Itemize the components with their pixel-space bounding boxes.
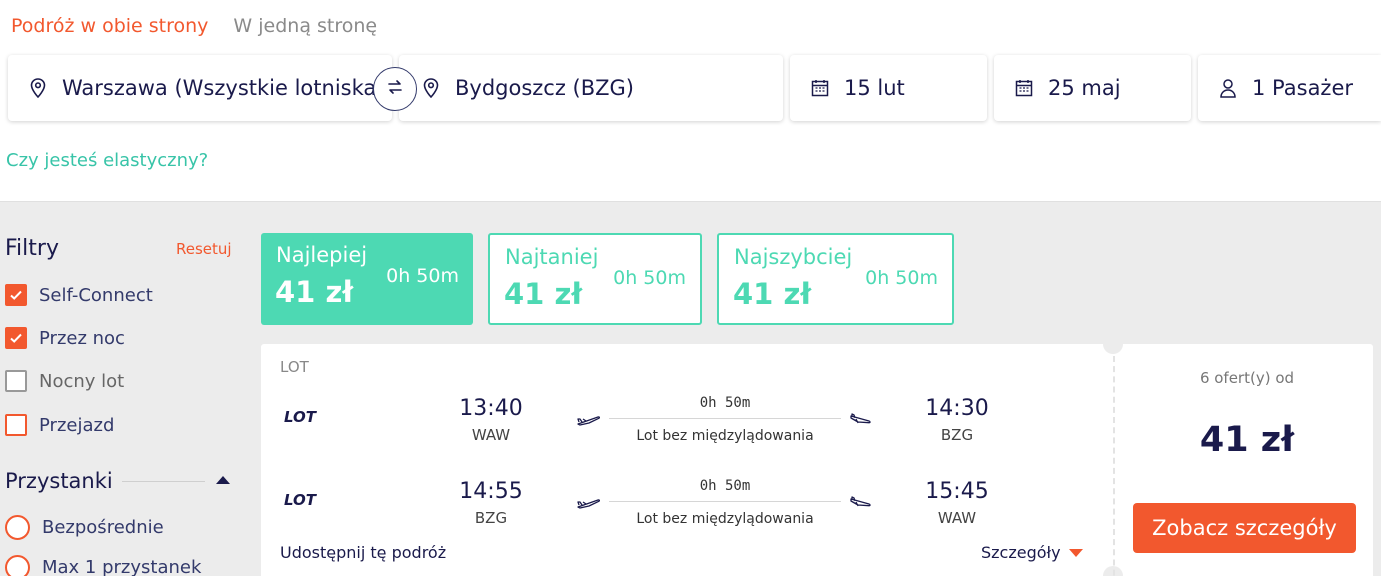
filter-self-connect[interactable]: Self-Connect	[5, 284, 153, 306]
calendar-icon	[810, 78, 830, 98]
return-date-value: 25 maj	[1048, 76, 1121, 100]
stops-label: Bezpośrednie	[42, 517, 164, 538]
leg-stops: Lot bez międzylądowania	[636, 511, 814, 527]
leg-stops: Lot bez międzylądowania	[636, 428, 814, 444]
arrival-time: 15:45	[925, 479, 989, 504]
departure-code: WAW	[471, 426, 511, 444]
leg-duration: 0h 50m	[699, 395, 751, 411]
route-line	[609, 501, 841, 502]
ticket-notch	[1103, 334, 1123, 354]
offers-count: 6 ofert(y) od	[1199, 369, 1295, 387]
tab-round-trip[interactable]: Podróż w obie strony	[11, 15, 208, 37]
swap-icon	[386, 78, 404, 100]
flexible-dates-link[interactable]: Czy jesteś elastyczny?	[6, 150, 208, 171]
landing-icon	[849, 412, 873, 426]
stops-label: Max 1 przystanek	[42, 557, 202, 576]
stops-section-title: Przystanki	[5, 469, 113, 493]
return-leg: LOT 14:55 BZG 0h 50m Lot bez międzylądow…	[261, 477, 1111, 537]
route-line	[609, 418, 841, 419]
sort-label: Najlepiej	[276, 243, 368, 267]
sort-duration: 0h 50m	[386, 265, 459, 287]
sort-tab-fastest[interactable]: Najszybciej 41 zł 0h 50m	[717, 233, 954, 325]
landing-icon	[849, 495, 873, 509]
arrival-code: BZG	[940, 426, 974, 444]
checkbox-checked-icon	[5, 327, 27, 349]
location-pin-icon	[421, 78, 441, 98]
divider	[122, 481, 205, 482]
flight-result-card: LOT LOT 13:40 WAW 0h 50m Lot bez międzyl…	[261, 334, 1373, 576]
outbound-leg: LOT 13:40 WAW 0h 50m Lot bez międzylądow…	[261, 394, 1111, 454]
arrival-time: 14:30	[925, 396, 989, 421]
location-pin-icon	[28, 78, 48, 98]
filter-transfer[interactable]: Przejazd	[5, 414, 114, 436]
origin-field[interactable]: Warszawa (Wszystkie lotniska)	[8, 55, 392, 121]
details-label: Szczegóły	[981, 543, 1061, 562]
divider	[1113, 356, 1115, 576]
departure-time: 13:40	[459, 396, 523, 421]
checkbox-checked-icon	[5, 284, 27, 306]
sort-price: 41 zł	[275, 275, 354, 309]
sort-duration: 0h 50m	[613, 267, 686, 289]
radio-icon	[5, 515, 30, 540]
takeoff-icon	[577, 412, 601, 426]
stops-direct[interactable]: Bezpośrednie	[5, 515, 164, 540]
takeoff-icon	[577, 495, 601, 509]
chevron-down-icon	[1068, 548, 1083, 557]
destination-value: Bydgoszcz (BZG)	[455, 76, 635, 100]
departure-time: 14:55	[459, 479, 523, 504]
arrival-code: WAW	[937, 509, 977, 527]
filters-title: Filtry	[5, 236, 59, 261]
price: 41 zł	[1199, 420, 1295, 460]
sort-duration: 0h 50m	[865, 267, 938, 289]
user-icon	[1218, 78, 1238, 98]
airline-name: LOT	[280, 358, 309, 376]
sort-label: Najtaniej	[505, 245, 599, 269]
sort-price: 41 zł	[733, 277, 812, 311]
filter-label: Przez noc	[39, 327, 125, 349]
collapse-caret-icon[interactable]	[216, 476, 230, 484]
depart-date-field[interactable]: 15 lut	[790, 55, 987, 121]
tab-one-way[interactable]: W jedną stronę	[233, 15, 377, 37]
airline-logo: LOT	[284, 491, 317, 509]
details-toggle[interactable]: Szczegóły	[981, 543, 1083, 562]
origin-value: Warszawa (Wszystkie lotniska)	[62, 76, 385, 100]
calendar-icon	[1014, 78, 1034, 98]
reset-filters-link[interactable]: Resetuj	[176, 240, 232, 258]
see-details-button[interactable]: Zobacz szczegóły	[1133, 503, 1356, 553]
airline-logo: LOT	[284, 408, 317, 426]
checkbox-unchecked-icon	[5, 414, 27, 436]
filter-overnight[interactable]: Przez noc	[5, 327, 125, 349]
destination-field[interactable]: Bydgoszcz (BZG)	[399, 55, 783, 121]
stops-max-one[interactable]: Max 1 przystanek	[5, 555, 201, 576]
return-date-field[interactable]: 25 maj	[994, 55, 1191, 121]
sort-price: 41 zł	[504, 277, 583, 311]
share-trip-link[interactable]: Udostępnij tę podróż	[280, 543, 446, 562]
sort-tab-cheapest[interactable]: Najtaniej 41 zł 0h 50m	[488, 233, 702, 325]
trip-type-tabs: Podróż w obie strony W jedną stronę	[11, 15, 377, 37]
sort-tab-best[interactable]: Najlepiej 41 zł 0h 50m	[261, 233, 473, 325]
filter-label: Nocny lot	[39, 370, 125, 392]
passengers-field[interactable]: 1 Pasażer	[1198, 55, 1381, 121]
departure-code: BZG	[474, 509, 508, 527]
filter-label: Self-Connect	[39, 284, 153, 306]
sort-label: Najszybciej	[734, 245, 853, 269]
radio-icon	[5, 555, 30, 576]
filter-night-flight[interactable]: Nocny lot	[5, 370, 124, 392]
filter-label: Przejazd	[39, 414, 115, 436]
passengers-value: 1 Pasażer	[1252, 76, 1354, 100]
checkbox-unchecked-icon	[5, 370, 27, 392]
swap-button[interactable]	[373, 67, 417, 111]
search-panel: Podróż w obie strony W jedną stronę Wars…	[0, 0, 1381, 201]
depart-date-value: 15 lut	[844, 76, 905, 100]
leg-duration: 0h 50m	[699, 478, 751, 494]
